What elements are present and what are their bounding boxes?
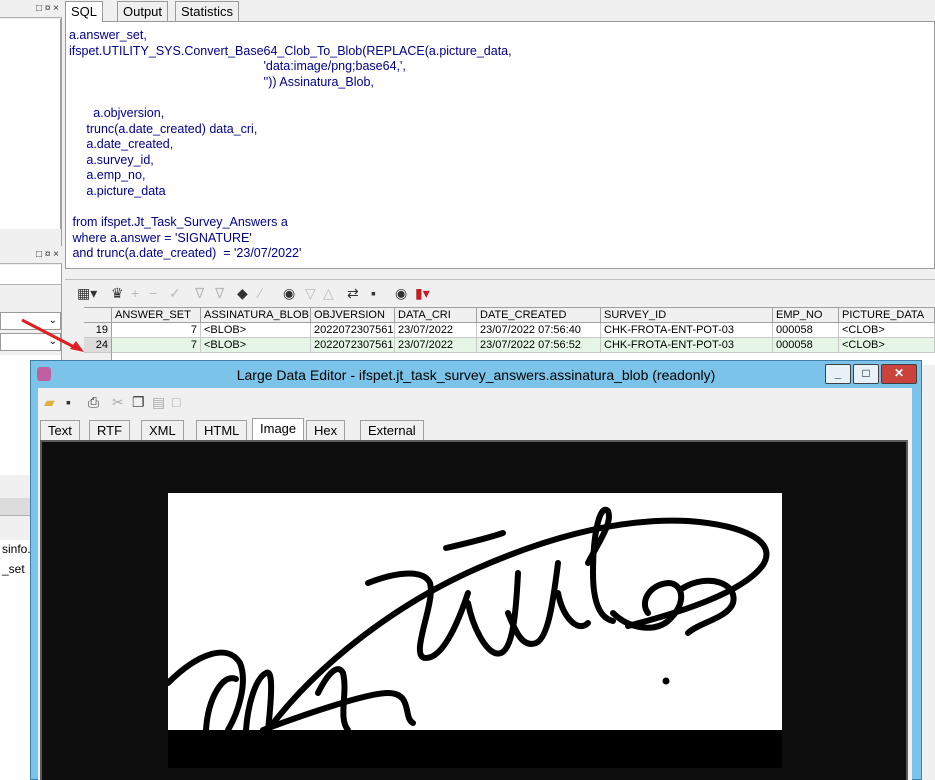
- splitter[interactable]: [65, 270, 935, 280]
- fetch-icon[interactable]: ◉: [395, 285, 407, 302]
- lock-icon[interactable]: ♛: [111, 285, 124, 302]
- tab-statistics[interactable]: Statistics: [175, 1, 240, 21]
- copy-icon[interactable]: ❐: [132, 394, 145, 411]
- sql-line: a.date_created,: [69, 137, 174, 152]
- cell-date-created[interactable]: 23/07/2022 07:56:40: [477, 323, 601, 338]
- add-record-icon[interactable]: +: [131, 285, 139, 301]
- tab-hex[interactable]: Hex: [306, 420, 346, 440]
- save-grid-icon[interactable]: ▪: [371, 285, 376, 301]
- sql-line: a.emp_no,: [69, 168, 146, 183]
- grid-menu-icon[interactable]: ▦▾: [77, 285, 97, 302]
- panel-controls-icon[interactable]: □ ¤ ×: [36, 3, 59, 14]
- tab-output[interactable]: Output: [117, 1, 169, 21]
- col-header-data-cri[interactable]: DATA_CRI: [395, 308, 477, 323]
- find-icon[interactable]: ◆: [237, 285, 248, 302]
- cell-answer-set[interactable]: 7: [112, 323, 201, 338]
- sql-line: and trunc(a.date_created) = '23/07/2022': [69, 246, 302, 261]
- sql-line: ifspet.UTILITY_SYS.Convert_Base64_Clob_T…: [69, 43, 512, 58]
- open-folder-icon[interactable]: ▰: [44, 394, 55, 411]
- cell-data-cri[interactable]: 23/07/2022: [395, 338, 477, 353]
- sql-line: trunc(a.date_created) data_cri,: [69, 121, 258, 136]
- left-panel-field[interactable]: [0, 265, 61, 285]
- cell-assinatura-blob[interactable]: <BLOB>: [201, 323, 311, 338]
- filter-icon[interactable]: ∇: [195, 285, 204, 302]
- tab-sql[interactable]: SQL: [65, 1, 104, 22]
- panel-controls-icon[interactable]: □ ¤ ×: [36, 249, 59, 260]
- cell-emp-no[interactable]: 000058: [773, 338, 839, 353]
- sql-line: 'data:image/png;base64,',: [69, 59, 406, 74]
- maximize-button[interactable]: □: [853, 364, 879, 384]
- signature-image: [165, 493, 782, 733]
- tab-external[interactable]: External: [360, 420, 424, 440]
- paste-icon[interactable]: ▤: [152, 394, 165, 411]
- cell-data-cri[interactable]: 23/07/2022: [395, 323, 477, 338]
- cell-picture-data[interactable]: <CLOB>: [839, 323, 935, 338]
- cell-answer-set[interactable]: 7: [112, 338, 201, 353]
- tab-image[interactable]: Image: [252, 418, 305, 441]
- next-icon[interactable]: △: [323, 285, 334, 302]
- cell-date-created[interactable]: 23/07/2022 07:56:52: [477, 338, 601, 353]
- sql-line: [69, 90, 934, 106]
- cell-objversion[interactable]: 20220723075612: [311, 323, 395, 338]
- col-header-picture-data[interactable]: PICTURE_DATA: [839, 308, 935, 323]
- grid-corner: [84, 308, 112, 323]
- previous-icon[interactable]: ▽: [305, 285, 316, 302]
- col-header-objversion[interactable]: OBJVERSION: [311, 308, 395, 323]
- col-header-answer-set[interactable]: ANSWER_SET: [112, 308, 201, 323]
- print-icon[interactable]: ⎙: [88, 394, 99, 411]
- query-by-example-icon[interactable]: ◉: [283, 285, 295, 302]
- dialog-title: Large Data Editor - ifspet.jt_task_surve…: [236, 367, 716, 383]
- cell-objversion[interactable]: 20220723075612: [311, 338, 395, 353]
- col-header-survey-id[interactable]: SURVEY_ID: [601, 308, 773, 323]
- sql-line: '')) Assinatura_Blob,: [69, 74, 374, 89]
- sql-line: from ifspet.Jt_Task_Survey_Answers a: [69, 215, 288, 230]
- row-number[interactable]: 24: [84, 338, 112, 353]
- minimize-button[interactable]: _: [825, 364, 851, 384]
- editor-toolbar: ▰ ▪ ⎙ ✂ ❐ ▤ □: [40, 392, 340, 416]
- tab-xml[interactable]: XML: [141, 420, 184, 440]
- clear-doc-icon[interactable]: □: [172, 394, 180, 410]
- col-header-date-created[interactable]: DATE_CREATED: [477, 308, 601, 323]
- cell-emp-no[interactable]: 000058: [773, 323, 839, 338]
- cell-survey-id[interactable]: CHK-FROTA-ENT-POT-03: [601, 338, 773, 353]
- export-icon[interactable]: ⇄: [347, 285, 359, 302]
- save-icon[interactable]: ▪: [66, 394, 71, 410]
- clear-icon[interactable]: ∕: [259, 285, 261, 301]
- tab-text[interactable]: Text: [40, 420, 80, 440]
- signature-dot: [662, 677, 670, 685]
- left-panel-header-1: □ ¤ ×: [0, 0, 62, 18]
- grid-toolbar: ▦▾ ♛ + − ✓ ∇ ∇ ◆ ∕ ◉ ▽ △ ⇄ ▪ ◉ ▮▾: [65, 281, 935, 307]
- cut-icon[interactable]: ✂: [112, 394, 124, 411]
- sql-line: where a.answer = 'SIGNATURE': [69, 230, 252, 245]
- tab-rtf[interactable]: RTF: [89, 420, 131, 440]
- filter-all-icon[interactable]: ∇: [215, 285, 224, 302]
- sql-line: [69, 200, 934, 216]
- left-panel-tree[interactable]: [0, 19, 61, 229]
- chart-icon[interactable]: ▮▾: [415, 285, 430, 302]
- cell-survey-id[interactable]: CHK-FROTA-ENT-POT-03: [601, 323, 773, 338]
- signature-strokes: [165, 506, 770, 733]
- sql-line: a.picture_data: [69, 183, 166, 198]
- row-number[interactable]: 19: [84, 323, 112, 338]
- sql-line: a.survey_id,: [69, 152, 154, 167]
- sql-editor[interactable]: a.answer_set, ifspet.UTILITY_SYS.Convert_…: [65, 21, 935, 269]
- sql-line: a.objversion,: [69, 105, 165, 120]
- close-button[interactable]: ✕: [881, 364, 917, 384]
- left-panel-header-2: □ ¤ ×: [0, 246, 62, 264]
- tab-html[interactable]: HTML: [196, 420, 248, 440]
- cell-assinatura-blob[interactable]: <BLOB>: [201, 338, 311, 353]
- red-arrow-annotation: [21, 318, 84, 352]
- result-grid: ANSWER_SET ASSINATURA_BLOB OBJVERSION DA…: [84, 307, 935, 368]
- delete-record-icon[interactable]: −: [149, 285, 157, 301]
- signature-bottom-band: [168, 730, 782, 768]
- cell-picture-data[interactable]: <CLOB>: [839, 338, 935, 353]
- col-header-emp-no[interactable]: EMP_NO: [773, 308, 839, 323]
- col-header-assinatura-blob[interactable]: ASSINATURA_BLOB: [201, 308, 311, 323]
- sql-line: a.answer_set,: [69, 28, 147, 42]
- post-edit-icon[interactable]: ✓: [169, 285, 181, 302]
